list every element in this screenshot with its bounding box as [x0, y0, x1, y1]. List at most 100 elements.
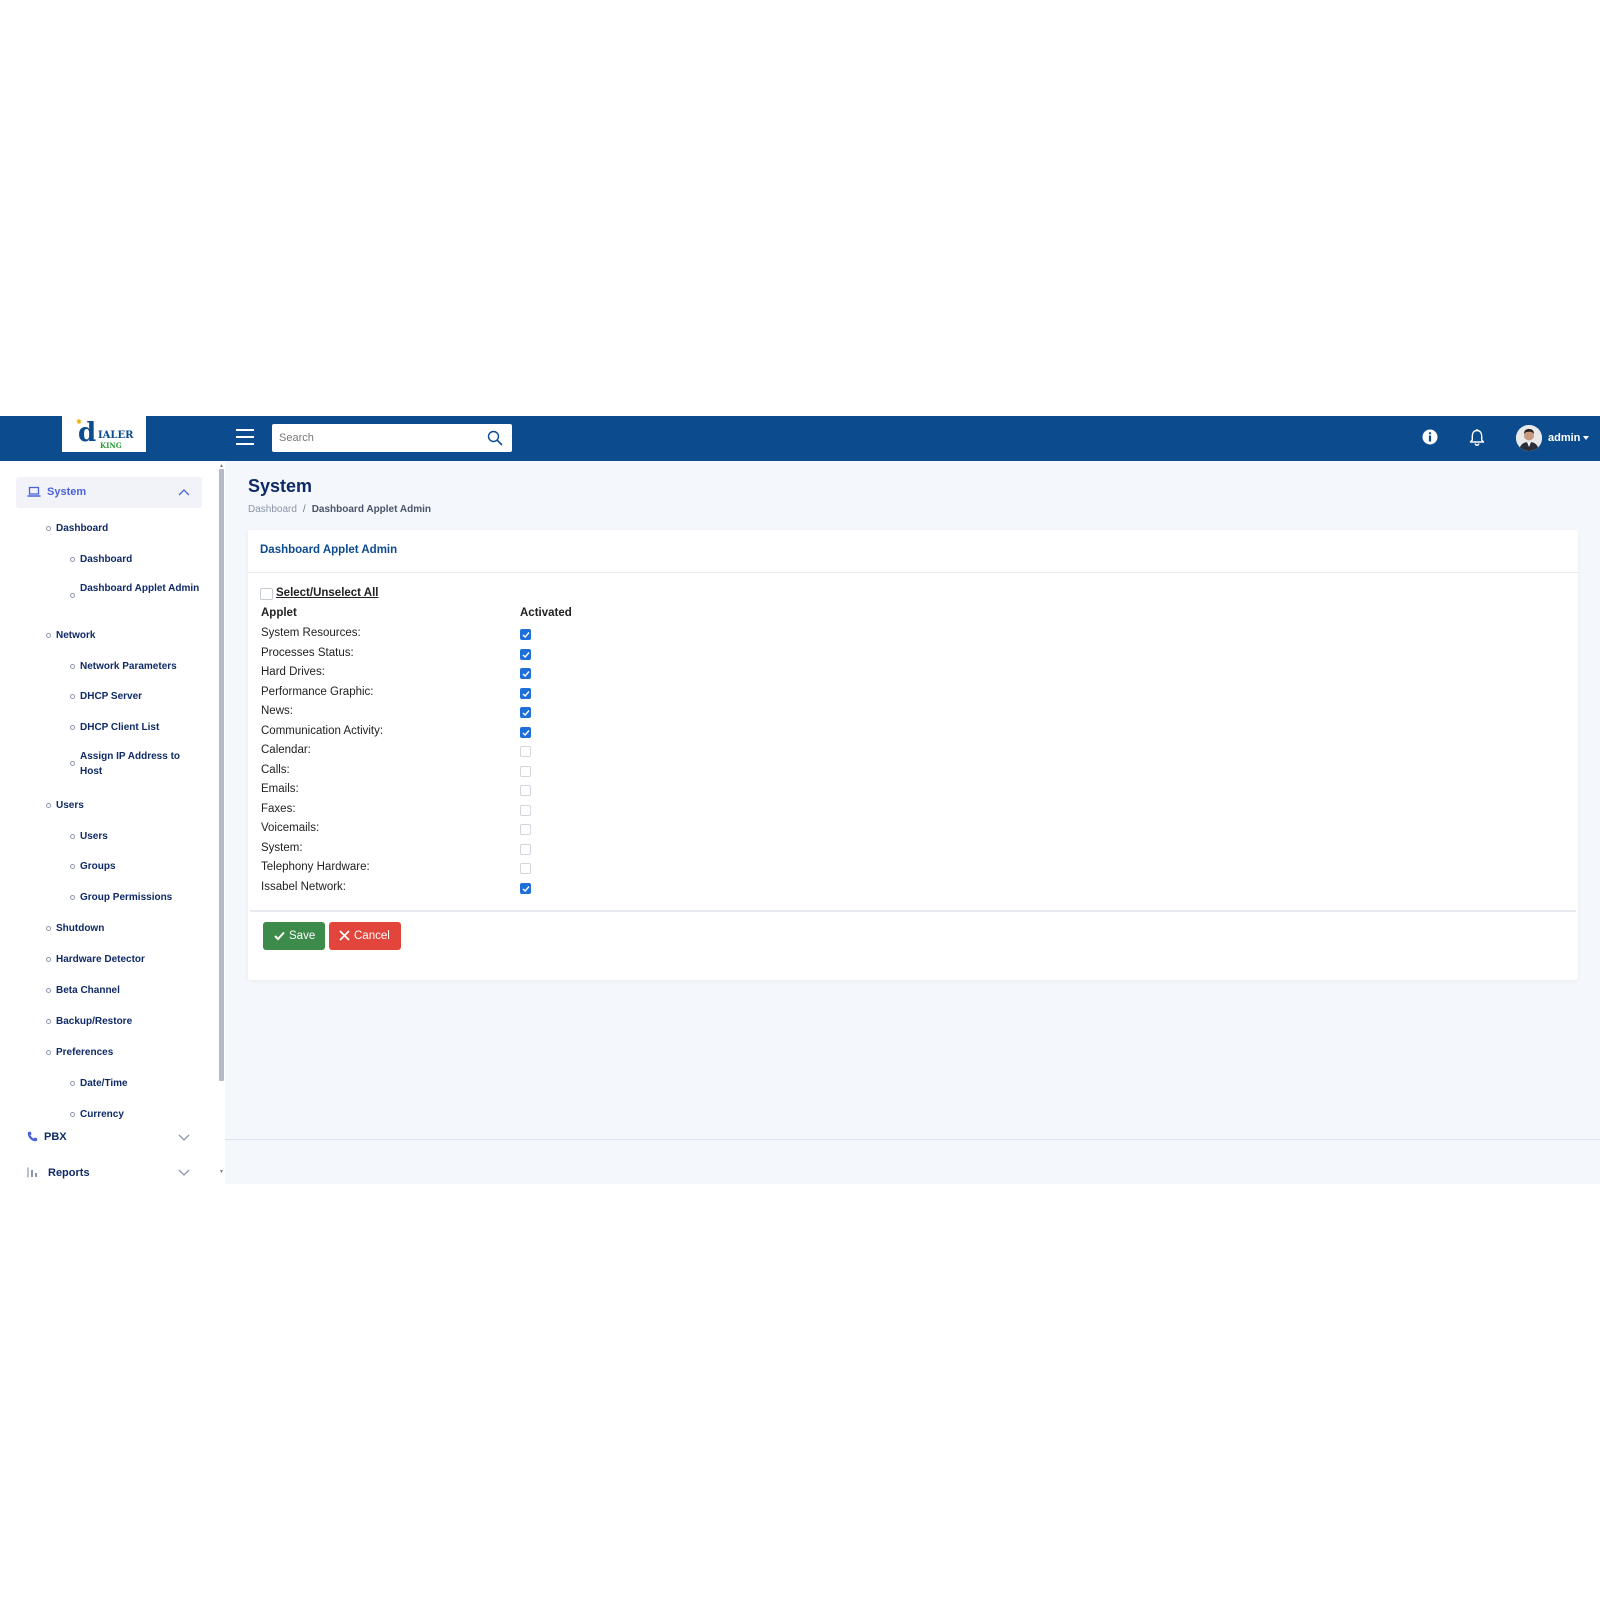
applet-label: System Resources:	[261, 627, 361, 639]
cancel-button[interactable]: Cancel	[329, 922, 401, 950]
applet-admin-card: Dashboard Applet Admin Select/Unselect A…	[248, 530, 1578, 980]
sidebar-item-label: Backup/Restore	[56, 1016, 133, 1027]
sidebar-section-label: Reports	[48, 1167, 90, 1179]
logo-text-main: IALER	[98, 430, 134, 441]
laptop-icon	[27, 486, 41, 497]
chevron-up-icon[interactable]	[178, 488, 190, 496]
close-icon	[339, 930, 350, 941]
select-all-checkbox[interactable]	[260, 588, 273, 600]
applet-activated-checkbox[interactable]	[520, 629, 531, 640]
sidebar-item-label: Currency	[80, 1109, 124, 1120]
applet-label: Telephony Hardware:	[261, 861, 370, 873]
user-dropdown-caret-icon[interactable]	[1583, 436, 1589, 440]
bullet-circle-icon	[70, 895, 75, 900]
applet-activated-checkbox[interactable]	[520, 648, 531, 660]
bullet-circle-icon	[70, 864, 75, 869]
bullet-circle-icon	[70, 1112, 75, 1117]
sidebar-item-label: Users	[80, 831, 108, 842]
bullet-circle-icon	[46, 957, 51, 962]
sidebar-section-pbx[interactable]: PBX	[16, 1126, 202, 1150]
bullet-circle-icon	[46, 526, 51, 531]
save-button[interactable]: Save	[263, 922, 325, 950]
bullet-circle-icon	[70, 834, 75, 839]
applet-activated-checkbox[interactable]	[520, 687, 531, 699]
bullet-circle-icon	[46, 988, 51, 993]
applet-activated-checkbox[interactable]	[520, 843, 531, 855]
bullet-circle-icon	[46, 803, 51, 808]
applet-activated-checkbox[interactable]	[520, 863, 531, 874]
user-name[interactable]: admin	[1548, 432, 1580, 444]
user-avatar[interactable]	[1516, 425, 1542, 451]
breadcrumb: Dashboard / Dashboard Applet Admin	[248, 504, 431, 515]
sidebar-item-label: Dashboard	[80, 554, 133, 565]
bullet-circle-icon	[70, 593, 75, 598]
save-button-label: Save	[289, 930, 316, 942]
bar-chart-icon	[27, 1167, 37, 1178]
sidebar-scrollbar[interactable]	[219, 469, 224, 1081]
bullet-circle-icon	[70, 694, 75, 699]
select-all-link[interactable]: Select/Unselect All	[276, 587, 378, 599]
scroll-down-arrow-icon[interactable]: ▼	[219, 1169, 224, 1175]
bell-icon[interactable]	[1468, 428, 1486, 447]
sidebar-item-label: Hardware Detector	[56, 954, 145, 965]
hamburger-menu-icon[interactable]	[236, 429, 254, 445]
applet-label: Calls:	[261, 763, 290, 776]
sidebar-item-label: Dashboard Applet Admin	[80, 583, 200, 594]
applet-activated-checkbox[interactable]	[520, 726, 531, 738]
sidebar-item-label: Network	[56, 630, 96, 641]
bullet-circle-icon	[70, 557, 75, 562]
search-input[interactable]	[272, 424, 482, 452]
column-header-applet: Applet	[261, 607, 297, 619]
sidebar-item-label: Users	[56, 800, 84, 811]
logo-text-sub: KING	[100, 441, 122, 450]
sidebar-item-label: Groups	[80, 861, 116, 872]
applet-activated-checkbox[interactable]	[520, 882, 531, 894]
search-box	[272, 424, 512, 452]
form-divider	[250, 910, 1576, 912]
sidebar-item-label: Date/Time	[80, 1078, 128, 1089]
bullet-circle-icon	[70, 761, 75, 766]
bullet-circle-icon	[70, 664, 75, 669]
applet-label: Hard Drives:	[261, 666, 325, 678]
top-navbar: ✺ d IALER KING Search admin	[0, 416, 1600, 461]
footer-divider	[225, 1139, 1600, 1140]
applet-label: Communication Activity:	[261, 724, 384, 737]
sidebar-item-label: Network Parameters	[80, 661, 177, 672]
check-icon	[274, 931, 285, 941]
sidebar-item-label: Group Permissions	[80, 892, 173, 903]
applet-label: Voicemails:	[261, 822, 320, 834]
sidebar-section-label: PBX	[44, 1131, 67, 1143]
breadcrumb-current: Dashboard Applet Admin	[311, 504, 431, 515]
info-icon[interactable]	[1422, 429, 1438, 445]
cancel-button-label: Cancel	[354, 930, 390, 942]
breadcrumb-link-dashboard[interactable]: Dashboard	[248, 504, 297, 515]
sidebar-item-label: DHCP Server	[80, 691, 143, 702]
applet-activated-checkbox[interactable]	[520, 824, 531, 835]
sidebar-section-reports[interactable]: Reports	[16, 1161, 202, 1184]
applet-label: System:	[261, 841, 303, 854]
applet-activated-checkbox[interactable]	[520, 765, 531, 777]
sidebar-item-label: Assign IP Address to Host	[80, 751, 181, 777]
bullet-circle-icon	[46, 633, 51, 638]
logo-d-glyph: d	[78, 418, 97, 448]
applet-label: News:	[261, 705, 293, 717]
sidebar-section-label: System	[47, 486, 87, 498]
applet-activated-checkbox[interactable]	[520, 804, 531, 816]
bullet-circle-icon	[70, 1081, 75, 1086]
applet-activated-checkbox[interactable]	[520, 707, 531, 718]
applet-label: Calendar:	[261, 744, 311, 756]
applet-activated-checkbox[interactable]	[520, 785, 531, 796]
bullet-circle-icon	[46, 1050, 51, 1055]
chevron-down-icon[interactable]	[178, 1134, 190, 1142]
dialer-king-logo[interactable]: ✺ d IALER KING	[62, 416, 146, 452]
search-icon[interactable]	[487, 430, 503, 446]
sidebar: ▲ ▼ System Dashboard Dashboard Dashboard A…	[0, 461, 225, 1184]
applet-activated-checkbox[interactable]	[520, 668, 531, 679]
applet-label: Processes Status:	[261, 646, 354, 659]
applet-activated-checkbox[interactable]	[520, 746, 531, 757]
sidebar-section-system[interactable]: System	[16, 477, 202, 508]
sidebar-item-label: Preferences	[56, 1047, 114, 1058]
phone-icon	[27, 1131, 38, 1142]
column-header-activated: Activated	[520, 607, 572, 619]
chevron-down-icon[interactable]	[178, 1169, 190, 1177]
